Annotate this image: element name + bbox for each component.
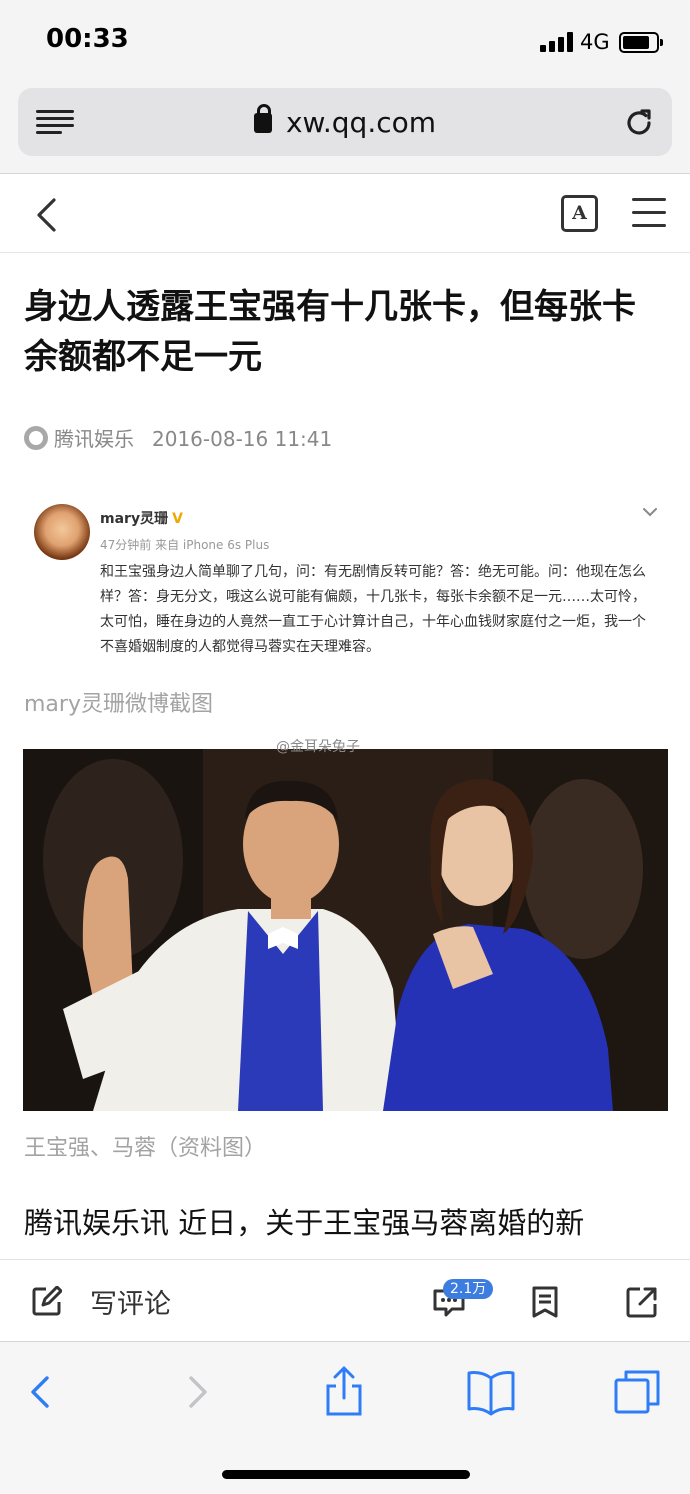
url-text: xw.qq.com xyxy=(285,106,437,139)
network-label: 4G xyxy=(580,30,610,54)
comment-count-badge: 2.1万 xyxy=(443,1279,494,1299)
chevron-down-icon xyxy=(643,508,657,517)
browser-forward-icon[interactable] xyxy=(168,1364,224,1420)
home-indicator xyxy=(222,1470,470,1479)
edit-icon[interactable] xyxy=(32,1286,62,1316)
share-icon[interactable] xyxy=(626,1286,658,1318)
browser-back-icon[interactable] xyxy=(14,1364,70,1420)
share-sheet-icon[interactable] xyxy=(316,1364,372,1420)
menu-icon[interactable] xyxy=(632,198,666,228)
weibo-username: mary灵珊 V xyxy=(100,511,183,527)
photo-illustration xyxy=(23,749,668,1111)
avatar xyxy=(34,504,90,560)
font-size-button[interactable]: A xyxy=(561,195,598,232)
bookmarks-icon[interactable] xyxy=(463,1364,519,1420)
back-icon[interactable] xyxy=(34,197,58,233)
article-body: 腾讯娱乐讯 近日，关于王宝强马蓉离婚的新 xyxy=(24,1206,585,1240)
comment-bar: 写评论 2.1万 xyxy=(0,1259,690,1341)
battery-icon xyxy=(619,32,663,53)
article-date: 2016-08-16 11:41 xyxy=(152,427,333,451)
verified-icon: V xyxy=(172,511,183,527)
tabs-icon[interactable] xyxy=(610,1364,666,1420)
weibo-text: 和王宝强身边人简单聊了几句，问：有无剧情反转可能？答：绝无可能。问：他现在怎么样… xyxy=(100,564,646,655)
image-caption: mary灵珊微博截图 xyxy=(24,692,213,717)
photo-watermark: @金耳朵兔子 xyxy=(276,739,360,755)
write-comment-button[interactable]: 写评论 xyxy=(90,1282,171,1321)
source-icon xyxy=(24,426,48,450)
article-title: 身边人透露王宝强有十几张卡，但每张卡余额都不足一元 xyxy=(24,287,636,377)
reload-icon[interactable] xyxy=(624,106,656,138)
weibo-time: 47分钟前 来自 iPhone 6s Plus xyxy=(100,538,270,552)
url-display[interactable]: xw.qq.com xyxy=(18,104,672,139)
status-bar: 00:33 4G xyxy=(0,0,690,84)
lock-icon xyxy=(253,104,272,133)
browser-address-area: xw.qq.com xyxy=(0,84,690,174)
status-time: 00:33 xyxy=(46,24,129,54)
address-bar[interactable]: xw.qq.com xyxy=(18,88,672,156)
article-meta: 腾讯娱乐 2016-08-16 11:41 xyxy=(24,423,332,451)
photo-caption: 王宝强、马蓉（资料图） xyxy=(24,1136,267,1161)
signal-icon xyxy=(540,32,574,52)
weibo-screenshot: mary灵珊 V 47分钟前 来自 iPhone 6s Plus 和王宝强身边人简… xyxy=(22,490,668,670)
article-photo[interactable] xyxy=(23,749,668,1111)
article-list-icon[interactable] xyxy=(531,1286,559,1318)
article-source[interactable]: 腾讯娱乐 xyxy=(54,427,134,451)
page-nav-bar: A xyxy=(0,175,690,253)
browser-toolbar xyxy=(0,1341,690,1494)
